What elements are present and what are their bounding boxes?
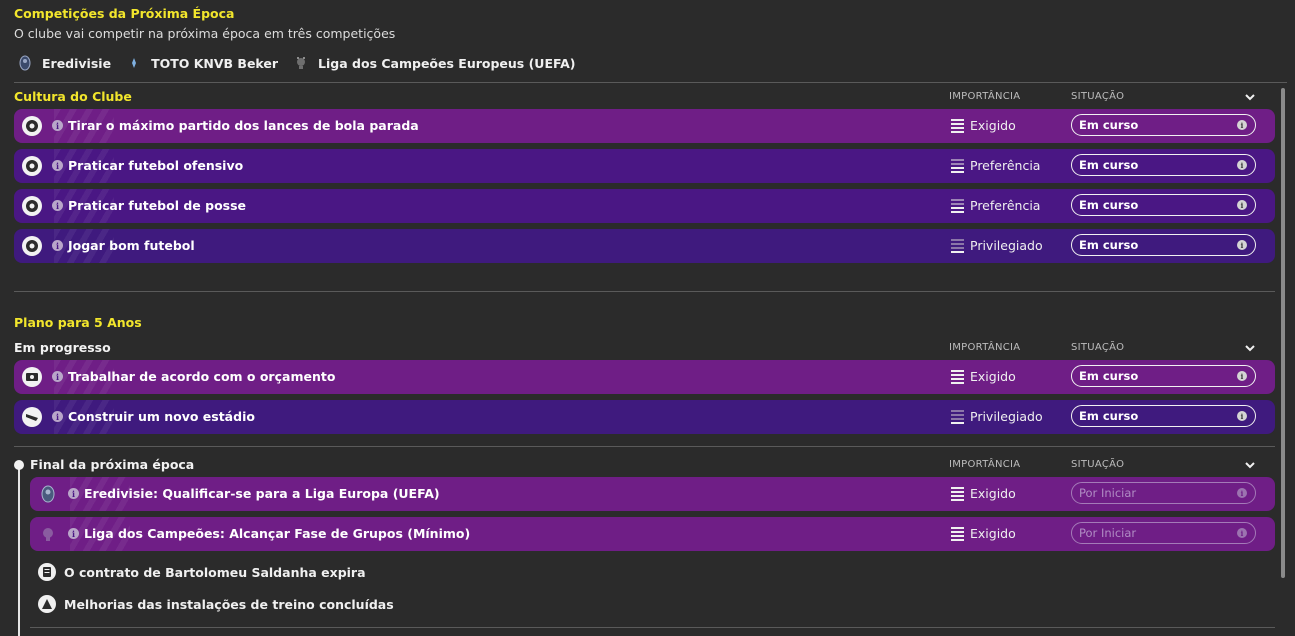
- plan-row[interactable]: i Trabalhar de acordo com o orçamento Ex…: [14, 360, 1275, 394]
- chevron-down-icon[interactable]: [1245, 92, 1255, 102]
- culture-importance-header: IMPORTÂNCIA: [949, 91, 1021, 102]
- importance-bars-icon: [951, 369, 964, 384]
- importance-value: Privilegiado: [951, 238, 1043, 253]
- in-progress-title: Em progresso: [14, 340, 111, 355]
- divider: [30, 627, 1275, 628]
- divider: [14, 446, 1275, 447]
- divider: [14, 82, 1287, 83]
- info-icon[interactable]: i: [52, 200, 63, 211]
- culture-row[interactable]: i Jogar bom futebol Privilegiado Em curs…: [14, 229, 1275, 263]
- competition-champions-league[interactable]: Liga dos Campeões Europeus (UEFA): [294, 55, 575, 71]
- importance-bars-icon: [951, 486, 964, 501]
- info-icon: i: [1237, 200, 1247, 210]
- info-icon[interactable]: i: [52, 120, 63, 131]
- importance-bars-icon: [951, 118, 964, 133]
- football-icon: [22, 196, 42, 216]
- importance-value: Exigido: [951, 486, 1016, 501]
- importance-bars-icon: [951, 158, 964, 173]
- status-pill[interactable]: Em curso i: [1071, 365, 1256, 387]
- culture-row[interactable]: i Tirar o máximo partido dos lances de b…: [14, 109, 1275, 143]
- importance-value: Preferência: [951, 198, 1040, 213]
- plan-row[interactable]: i Construir um novo estádio Privilegiado…: [14, 400, 1275, 434]
- competition-knvb-beker[interactable]: TOTO KNVB Beker: [127, 55, 278, 71]
- football-icon: [22, 156, 42, 176]
- objective-row-label: Liga dos Campeões: Alcançar Fase de Grup…: [84, 526, 471, 541]
- eredivisie-logo-icon: [41, 485, 55, 503]
- culture-row-label: Praticar futebol ofensivo: [68, 158, 244, 173]
- plan-row-label: Trabalhar de acordo com o orçamento: [68, 369, 336, 384]
- info-icon: i: [1237, 240, 1247, 250]
- chevron-down-icon[interactable]: [1245, 343, 1255, 353]
- info-icon[interactable]: i: [52, 240, 63, 251]
- culture-row-label: Praticar futebol de posse: [68, 198, 247, 213]
- status-pill[interactable]: Em curso i: [1071, 405, 1256, 427]
- importance-value: Exigido: [951, 526, 1016, 541]
- info-icon: i: [1237, 528, 1247, 538]
- competitions-subtitle: O clube vai competir na próxima época em…: [14, 26, 396, 41]
- next-season-importance-header: IMPORTÂNCIA: [949, 459, 1021, 470]
- culture-row-label: Jogar bom futebol: [68, 238, 195, 253]
- timeline-dot: [14, 460, 24, 470]
- info-icon: i: [1237, 120, 1247, 130]
- importance-bars-icon: [951, 198, 964, 213]
- competitions-title: Competições da Próxima Época: [14, 6, 235, 21]
- champions-league-logo-icon: [43, 528, 53, 541]
- stadium-icon: [22, 407, 42, 427]
- importance-value: Exigido: [951, 369, 1016, 384]
- next-season-status-header: SITUAÇÃO: [1071, 459, 1125, 470]
- timeline-line: [18, 466, 20, 636]
- importance-bars-icon: [951, 238, 964, 253]
- event-contract-expiry[interactable]: O contrato de Bartolomeu Saldanha expira: [38, 562, 366, 582]
- info-icon: i: [1237, 411, 1247, 421]
- importance-value: Privilegiado: [951, 409, 1043, 424]
- divider: [14, 291, 1275, 292]
- info-icon[interactable]: i: [52, 411, 63, 422]
- importance-bars-icon: [951, 409, 964, 424]
- competition-eredivisie[interactable]: Eredivisie: [18, 55, 111, 71]
- football-icon: [22, 116, 42, 136]
- status-pill[interactable]: Em curso i: [1071, 114, 1256, 136]
- info-icon[interactable]: i: [52, 371, 63, 382]
- knvb-beker-logo-icon: [132, 58, 137, 68]
- plan-status-header: SITUAÇÃO: [1071, 342, 1125, 353]
- objective-row-label: Eredivisie: Qualificar-se para a Liga Eu…: [84, 486, 440, 501]
- scrollbar[interactable]: [1281, 88, 1285, 578]
- status-pill[interactable]: Por Iniciar i: [1071, 482, 1256, 504]
- status-pill[interactable]: Em curso i: [1071, 154, 1256, 176]
- info-icon: i: [1237, 160, 1247, 170]
- importance-value: Exigido: [951, 118, 1016, 133]
- plan-title: Plano para 5 Anos: [14, 315, 142, 330]
- culture-row-label: Tirar o máximo partido dos lances de bol…: [68, 118, 419, 133]
- status-pill[interactable]: Em curso i: [1071, 194, 1256, 216]
- info-icon[interactable]: i: [68, 488, 79, 499]
- next-season-title: Final da próxima época: [30, 457, 195, 472]
- objective-row[interactable]: i Eredivisie: Qualificar-se para a Liga …: [30, 477, 1275, 511]
- football-icon: [22, 236, 42, 256]
- champions-league-logo-icon: [297, 57, 306, 69]
- facility-icon: [38, 595, 56, 613]
- culture-row[interactable]: i Praticar futebol de posse Preferência …: [14, 189, 1275, 223]
- status-pill[interactable]: Em curso i: [1071, 234, 1256, 256]
- plan-row-label: Construir um novo estádio: [68, 409, 255, 424]
- plan-importance-header: IMPORTÂNCIA: [949, 342, 1021, 353]
- info-icon: i: [1237, 488, 1247, 498]
- money-icon: [22, 367, 42, 387]
- objective-row[interactable]: i Liga dos Campeões: Alcançar Fase de Gr…: [30, 517, 1275, 551]
- importance-value: Preferência: [951, 158, 1040, 173]
- eredivisie-logo-icon: [19, 55, 31, 71]
- info-icon: i: [1237, 371, 1247, 381]
- info-icon[interactable]: i: [52, 160, 63, 171]
- competitions-list: Eredivisie TOTO KNVB Beker Liga dos Camp…: [18, 54, 591, 72]
- importance-bars-icon: [951, 526, 964, 541]
- culture-row[interactable]: i Praticar futebol ofensivo Preferência …: [14, 149, 1275, 183]
- event-training-facilities[interactable]: Melhorias das instalações de treino conc…: [38, 594, 394, 614]
- info-icon[interactable]: i: [68, 528, 79, 539]
- status-pill[interactable]: Por Iniciar i: [1071, 522, 1256, 544]
- chevron-down-icon[interactable]: [1245, 460, 1255, 470]
- contract-icon: [38, 563, 56, 581]
- culture-status-header: SITUAÇÃO: [1071, 91, 1125, 102]
- culture-title: Cultura do Clube: [14, 89, 132, 104]
